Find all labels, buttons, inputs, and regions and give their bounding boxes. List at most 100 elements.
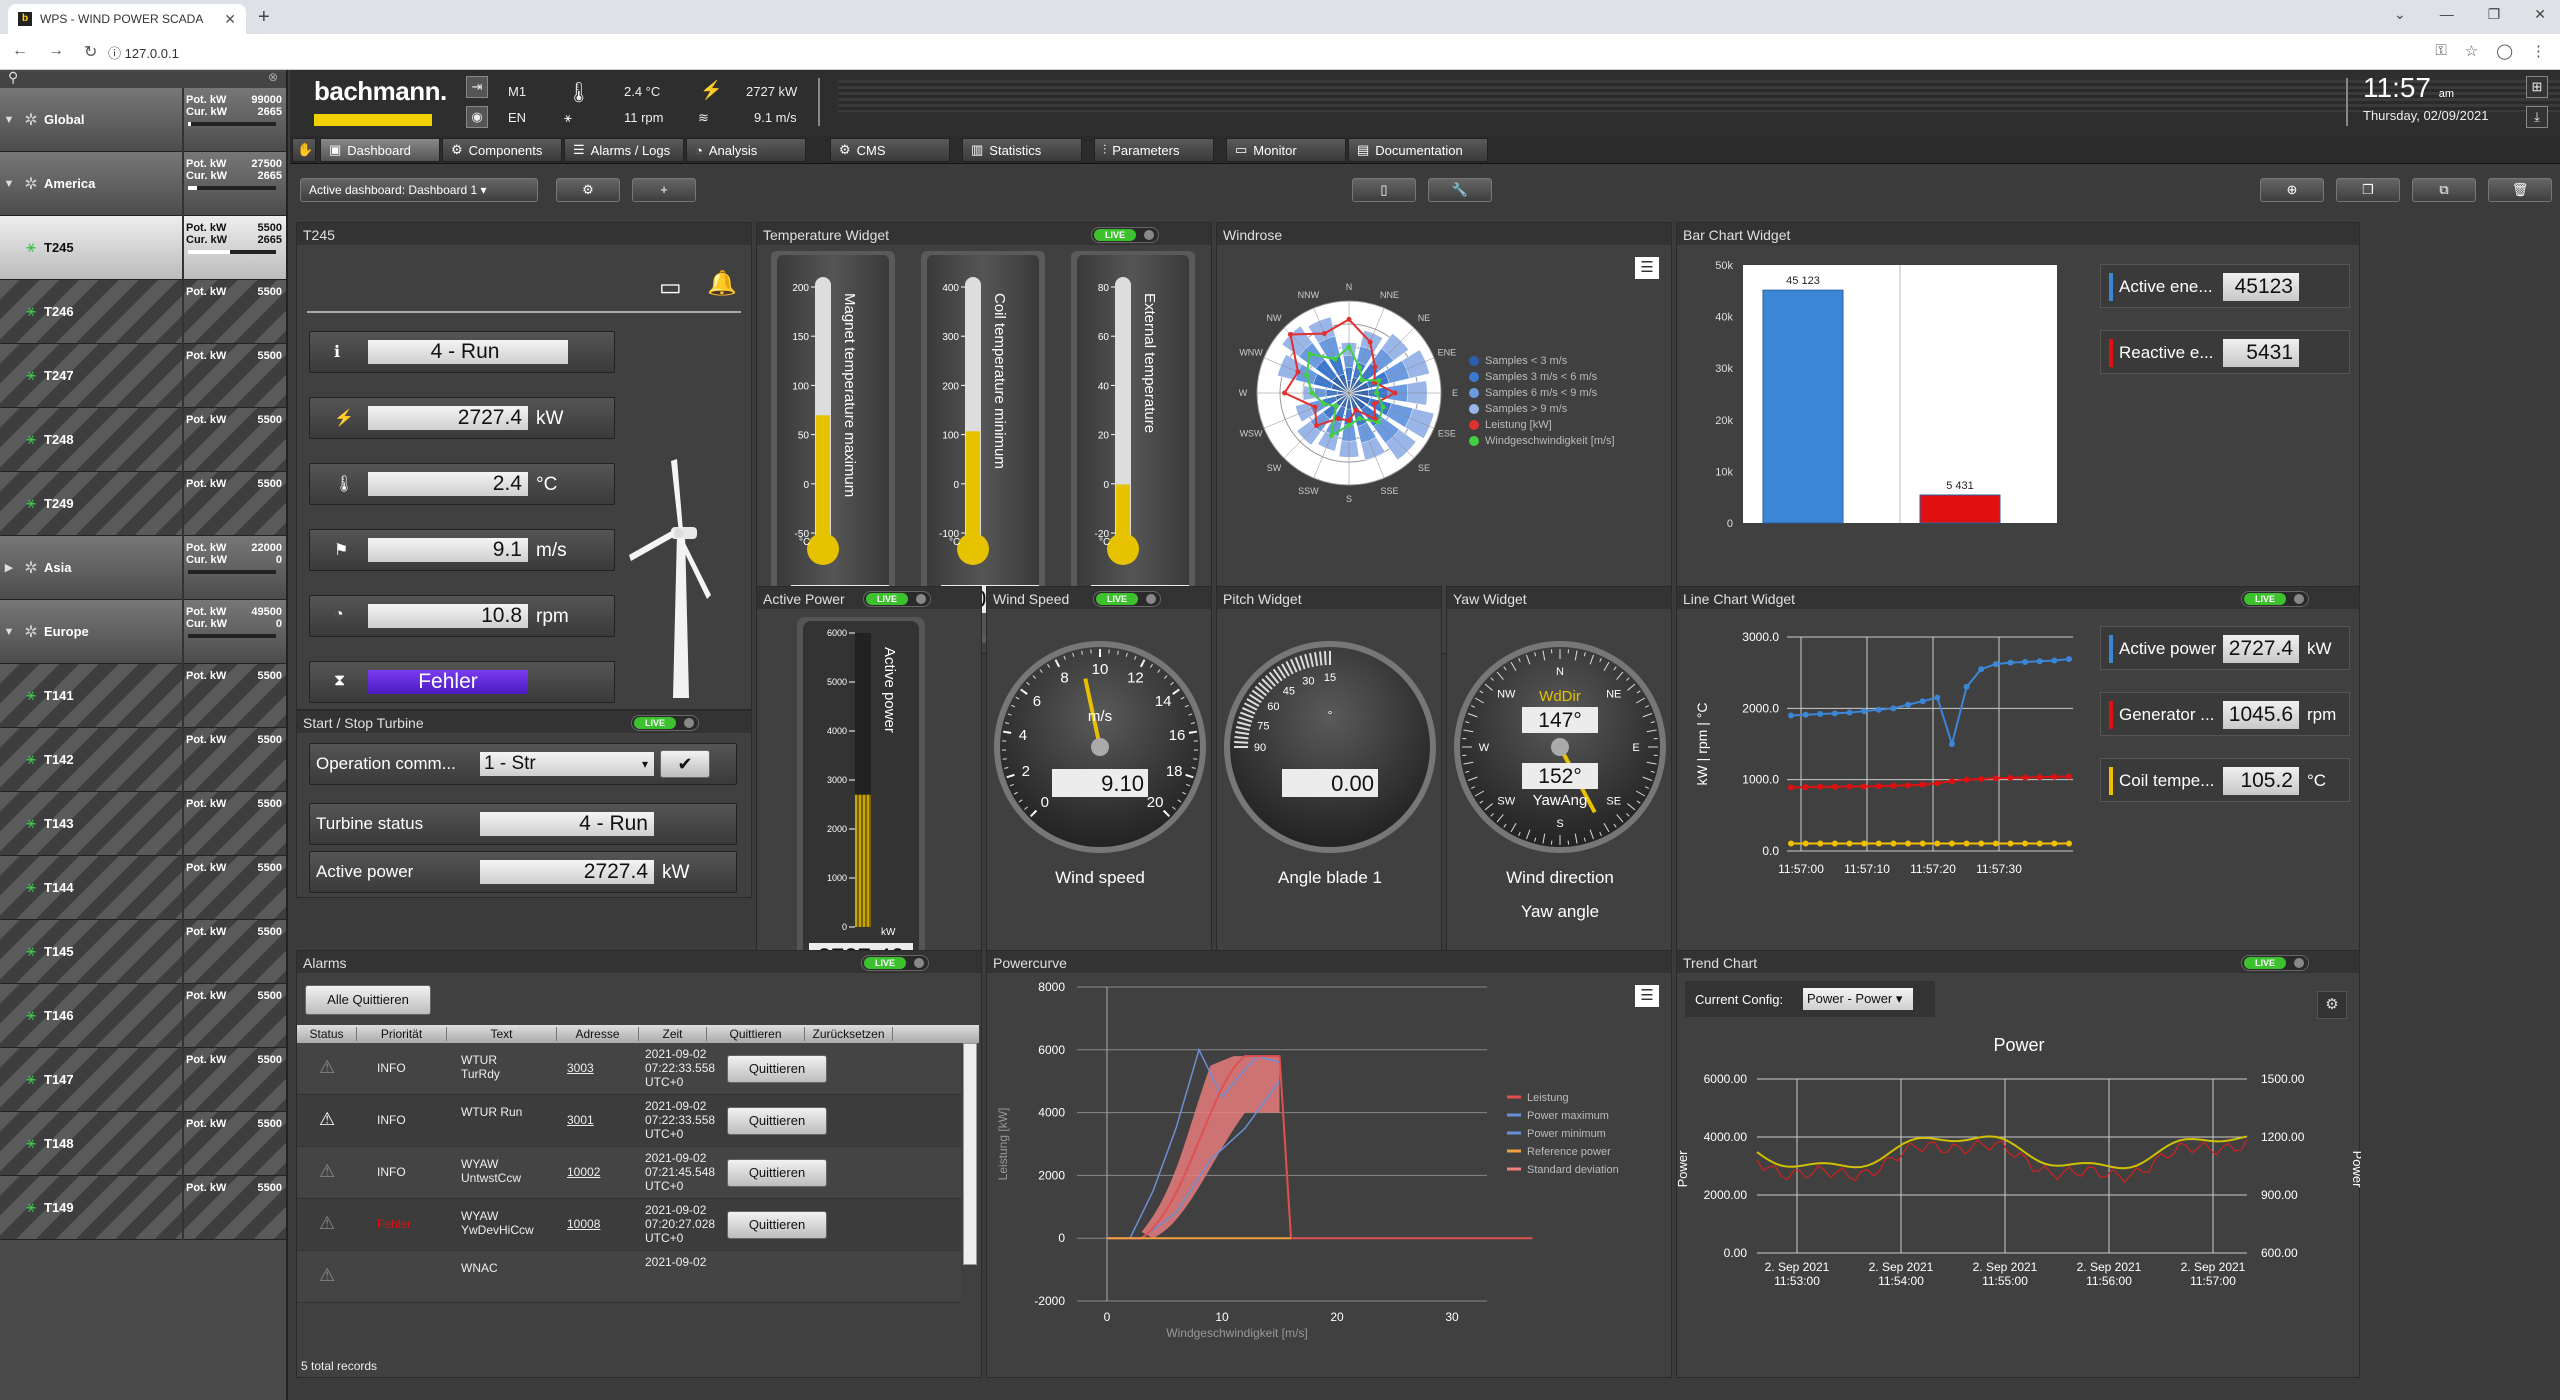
sidebar-turbine[interactable]: ⚹ T146 Pot. kW 5500 — [0, 984, 286, 1048]
live-toggle[interactable]: LIVE — [1093, 591, 1161, 607]
tab-cms[interactable]: ⚙ CMS — [830, 138, 950, 162]
sidebar-turbine[interactable]: ⚹ T144 Pot. kW 5500 — [0, 856, 286, 920]
download-icon[interactable]: ⤓ — [2526, 106, 2548, 128]
legend-item[interactable]: Samples 6 m/s < 9 m/s — [1469, 387, 1615, 399]
legend-item[interactable]: Windgeschwindigkeit [m/s] — [1469, 435, 1615, 447]
tab-analysis[interactable]: ◔ Analysis — [686, 138, 806, 162]
close-tab-icon[interactable]: ✕ — [224, 11, 236, 28]
sidebar-group[interactable]: ▼ ✲ Europe Pot. kW 49500 Cur. kW 0 — [0, 600, 286, 664]
live-toggle[interactable]: LIVE — [2241, 955, 2309, 971]
acknowledge-button[interactable]: Quittieren — [727, 1159, 827, 1187]
alarm-address-link[interactable]: 3003 — [567, 1061, 594, 1075]
gear-icon[interactable]: ⚙ — [2317, 991, 2347, 1019]
column-header[interactable]: Status — [297, 1027, 357, 1041]
confirm-button[interactable]: ✔ — [660, 750, 710, 778]
clear-search-icon[interactable]: ⊗ — [268, 70, 278, 84]
collapse-arrow-icon[interactable]: ▼ — [0, 626, 18, 638]
legend-item[interactable]: Samples > 9 m/s — [1469, 403, 1615, 415]
live-toggle[interactable]: LIVE — [2241, 591, 2309, 607]
active-dashboard-select[interactable]: Active dashboard: Dashboard 1 ▾ — [300, 178, 538, 202]
hand-icon[interactable]: ✋ — [292, 138, 316, 162]
acknowledge-button[interactable]: Quittieren — [727, 1211, 827, 1239]
tab-alarms[interactable]: ☰ Alarms / Logs — [564, 138, 684, 162]
search-icon[interactable]: ⚲ — [8, 69, 18, 86]
forward-icon[interactable]: → — [48, 42, 64, 62]
collapse-arrow-icon[interactable]: ▼ — [0, 114, 18, 126]
bell-icon[interactable]: 🔔 — [707, 269, 737, 298]
tab-parameters[interactable]: ⫶ Parameters — [1094, 138, 1214, 162]
new-page-button[interactable]: ▯ — [1352, 178, 1416, 202]
reload-icon[interactable]: ↻ — [84, 42, 97, 62]
live-toggle[interactable]: LIVE — [861, 955, 929, 971]
sidebar-search[interactable]: ⚲ ⊗ — [0, 69, 286, 88]
browser-tab[interactable]: b WPS - WIND POWER SCADA ✕ — [8, 4, 246, 34]
wrench-button[interactable]: 🔧 — [1428, 178, 1492, 202]
sidebar-turbine[interactable]: ⚹ T247 Pot. kW 5500 — [0, 344, 286, 408]
visibility-icon[interactable]: ◉ — [466, 106, 488, 128]
tab-documentation[interactable]: ▤ Documentation — [1348, 138, 1488, 162]
login-icon[interactable]: ⇥ — [466, 76, 488, 98]
menu-icon[interactable]: ⋮ — [2531, 42, 2546, 60]
star-icon[interactable]: ☆ — [2465, 42, 2478, 60]
column-header[interactable]: Priorität — [357, 1027, 447, 1041]
layout-icon[interactable]: ⊞ — [2526, 76, 2548, 98]
acknowledge-button[interactable]: Quittieren — [727, 1055, 827, 1083]
alarm-panel-icon[interactable]: ▭ — [659, 273, 682, 302]
live-toggle[interactable]: LIVE — [1091, 227, 1159, 243]
column-header[interactable]: Zeit — [639, 1027, 707, 1041]
sidebar-turbine[interactable]: ⚹ T143 Pot. kW 5500 — [0, 792, 286, 856]
sidebar-turbine[interactable]: ⚹ T147 Pot. kW 5500 — [0, 1048, 286, 1112]
new-tab-icon[interactable]: + — [258, 6, 270, 29]
sidebar-turbine[interactable]: ⚹ T249 Pot. kW 5500 — [0, 472, 286, 536]
sidebar-turbine[interactable]: ⚹ T145 Pot. kW 5500 — [0, 920, 286, 984]
sidebar-turbine[interactable]: ⚹ T148 Pot. kW 5500 — [0, 1112, 286, 1176]
live-toggle[interactable]: LIVE — [631, 715, 699, 731]
alarm-address-link[interactable]: 3001 — [567, 1113, 594, 1127]
operation-command-select[interactable]: 1 - Str ▾ — [480, 752, 654, 776]
key-icon[interactable]: ⚿ — [2435, 42, 2446, 60]
paste-button[interactable]: ⧉ — [2412, 178, 2476, 202]
ack-all-button[interactable]: Alle Quittieren — [305, 985, 431, 1015]
sidebar-turbine[interactable]: ⚹ T246 Pot. kW 5500 — [0, 280, 286, 344]
sidebar-turbine[interactable]: ⚹ T149 Pot. kW 5500 — [0, 1176, 286, 1240]
tab-statistics[interactable]: ▥ Statistics — [962, 138, 1082, 162]
alarm-address-link[interactable]: 10002 — [567, 1165, 600, 1179]
alarm-row[interactable]: ⚠ Fehler WYAW YwDevHiCcw 10008 2021-09-02 07:2… — [297, 1199, 961, 1251]
legend-item[interactable]: Leistung [kW] — [1469, 419, 1615, 431]
legend-item[interactable]: Samples 3 m/s < 6 m/s — [1469, 371, 1615, 383]
tab-components[interactable]: ⚙ Components — [442, 138, 562, 162]
copy-button[interactable]: ❐ — [2336, 178, 2400, 202]
expand-arrow-icon[interactable]: ▶ — [0, 561, 18, 574]
table-scrollbar[interactable] — [963, 1043, 977, 1265]
profile-down-icon[interactable]: ⌄ — [2394, 6, 2406, 23]
tab-monitor[interactable]: ▭ Monitor — [1226, 138, 1346, 162]
acknowledge-button[interactable]: Quittieren — [727, 1107, 827, 1135]
sidebar-group[interactable]: ▼ ✲ Global Pot. kW 99000 Cur. kW 2665 — [0, 88, 286, 152]
add-button[interactable]: + — [632, 178, 696, 202]
alarm-row[interactable]: ⚠ INFO WYAW UntwstCcw 10002 2021-09-02 07:21:4… — [297, 1147, 961, 1199]
sidebar-turbine[interactable]: ⚹ T245 Pot. kW 5500 Cur. kW 2665 — [0, 216, 286, 280]
back-icon[interactable]: ← — [12, 42, 28, 62]
sidebar-group[interactable]: ▼ ✲ America Pot. kW 27500 Cur. kW 2665 — [0, 152, 286, 216]
column-header[interactable]: Text — [447, 1027, 557, 1041]
column-header[interactable]: Adresse — [557, 1027, 639, 1041]
column-header[interactable]: Zurücksetzen — [805, 1027, 893, 1041]
alarm-row[interactable]: ⚠ WNAC 2021-09-02 — [297, 1251, 961, 1303]
minimize-icon[interactable]: — — [2440, 6, 2454, 23]
sidebar-group[interactable]: ▶ ✲ Asia Pot. kW 22000 Cur. kW 0 — [0, 536, 286, 600]
maximize-icon[interactable]: ❐ — [2488, 6, 2501, 23]
config-select[interactable]: Power - Power ▾ — [1803, 988, 1913, 1010]
alarm-address-link[interactable]: 10008 — [567, 1217, 600, 1231]
close-window-icon[interactable]: ✕ — [2534, 6, 2546, 23]
sidebar-turbine[interactable]: ⚹ T142 Pot. kW 5500 — [0, 728, 286, 792]
alarm-row[interactable]: ⚠ INFO WTUR TurRdy 3003 2021-09-02 07:22:33.55… — [297, 1043, 961, 1095]
collapse-arrow-icon[interactable]: ▼ — [0, 178, 18, 190]
sidebar-turbine[interactable]: ⚹ T141 Pot. kW 5500 — [0, 664, 286, 728]
legend-item[interactable]: Samples < 3 m/s — [1469, 355, 1615, 367]
live-toggle[interactable]: LIVE — [863, 591, 931, 607]
column-header[interactable]: Quittieren — [707, 1027, 805, 1041]
menu-icon[interactable]: ☰ — [1635, 257, 1659, 279]
url-text[interactable]: ⓘ 127.0.0.1 — [108, 43, 179, 62]
sidebar-turbine[interactable]: ⚹ T248 Pot. kW 5500 — [0, 408, 286, 472]
tab-dashboard[interactable]: ▣ Dashboard — [320, 138, 440, 162]
